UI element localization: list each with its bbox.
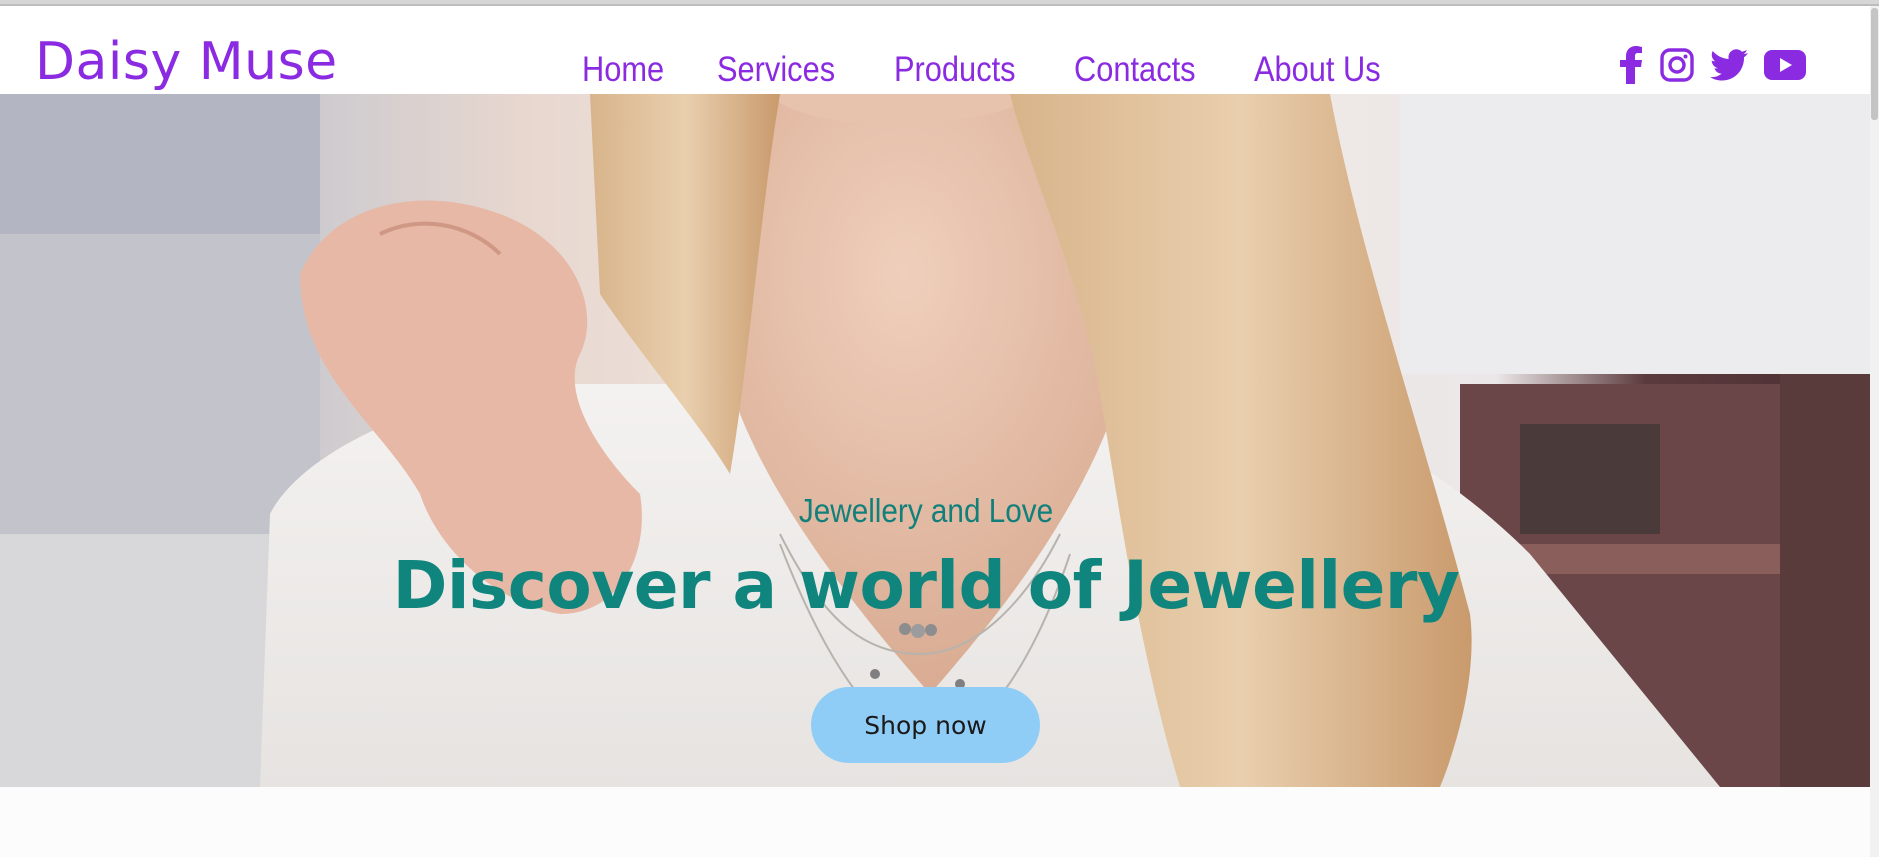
nav-about-us[interactable]: About Us [1254, 52, 1381, 87]
facebook-icon[interactable] [1618, 46, 1644, 84]
hero-subtitle: Jewellery and Love [798, 492, 1054, 529]
shop-now-button[interactable]: Shop now [811, 687, 1040, 763]
nav-home[interactable]: Home [582, 52, 664, 87]
site-logo[interactable]: Daisy Muse [35, 36, 338, 88]
nav-products[interactable]: Products [894, 52, 1016, 87]
instagram-icon[interactable] [1660, 48, 1694, 82]
twitter-icon[interactable] [1710, 49, 1748, 81]
hero-title: Discover a world of Jewellery [392, 547, 1460, 624]
nav-services[interactable]: Services [717, 52, 835, 87]
hero-section: Jewellery and Love Discover a world of J… [0, 94, 1870, 787]
youtube-icon[interactable] [1764, 50, 1806, 80]
hero-content: Jewellery and Love Discover a world of J… [0, 94, 1852, 787]
main-nav: Home Services Products Contacts About Us [582, 52, 1388, 87]
page-scrollbar[interactable] [1870, 6, 1879, 857]
site-header: Daisy Muse Home Services Products Contac… [0, 6, 1870, 94]
scrollbar-thumb[interactable] [1871, 8, 1878, 120]
nav-contacts[interactable]: Contacts [1074, 52, 1196, 87]
social-links [1618, 46, 1806, 84]
